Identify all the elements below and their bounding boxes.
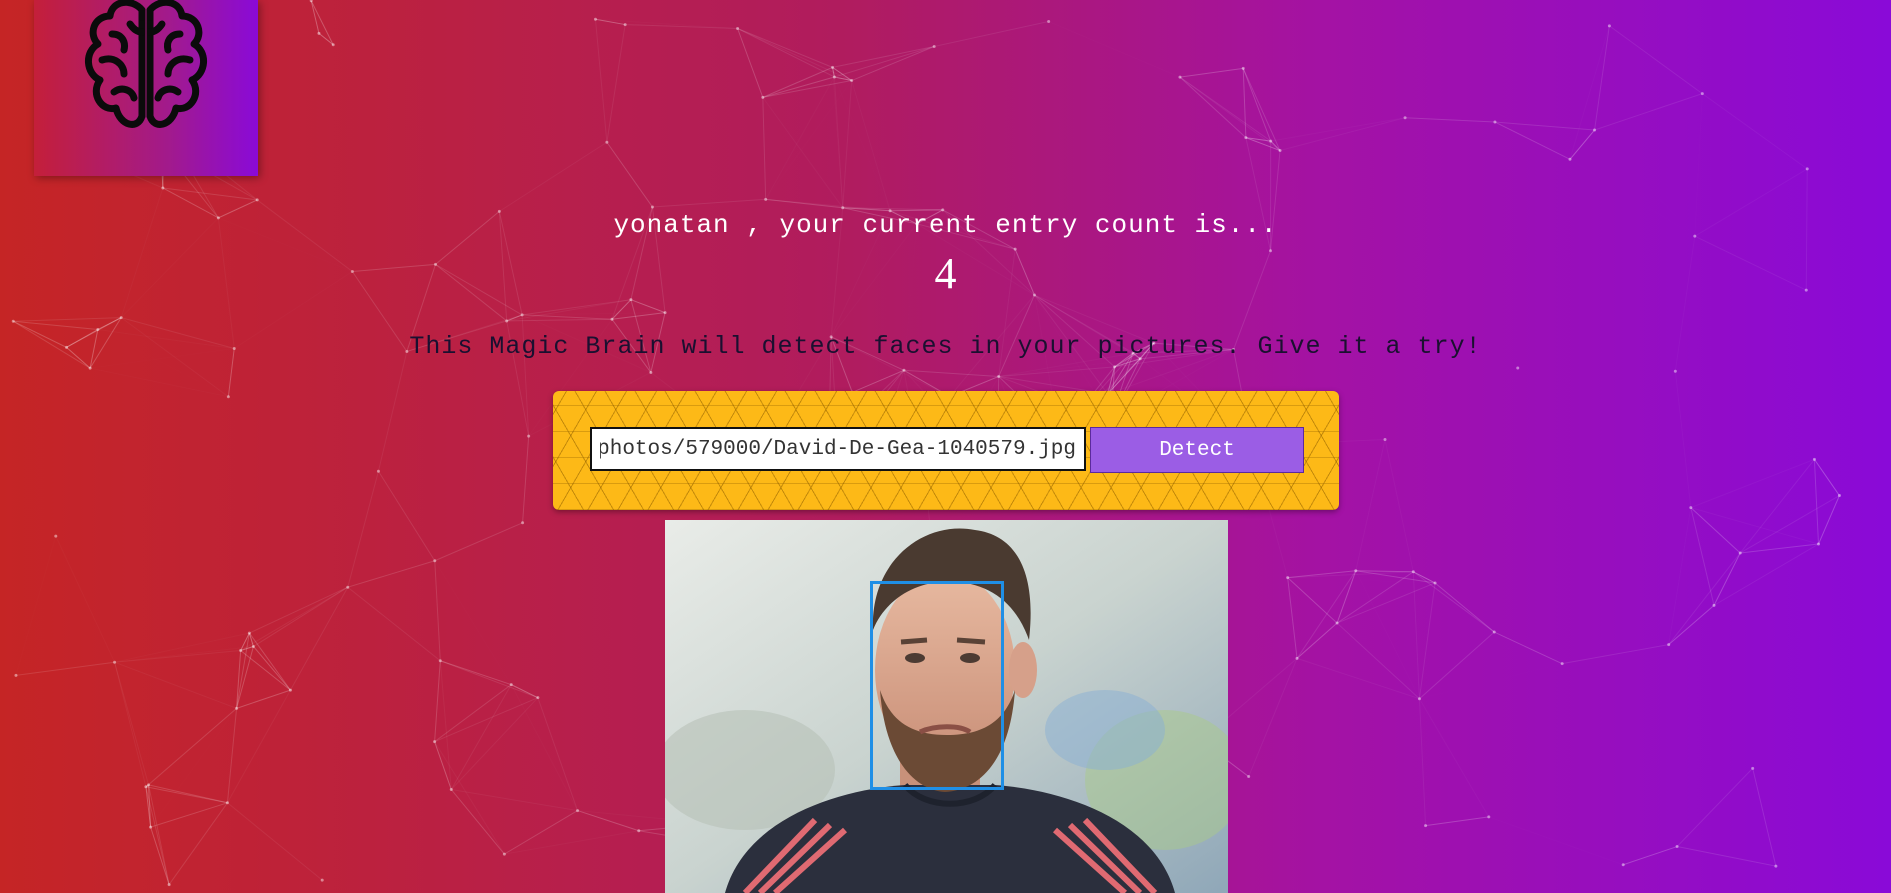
detect-button[interactable]: Detect <box>1090 427 1304 473</box>
entry-count: 4 <box>934 249 957 298</box>
tagline-text: This Magic Brain will detect faces in yo… <box>409 332 1482 361</box>
brain-icon <box>85 0 207 128</box>
logo-tile[interactable] <box>34 0 258 176</box>
face-bounding-box <box>870 581 1004 790</box>
image-url-input[interactable] <box>590 427 1086 471</box>
greeting-text: yonatan , your current entry count is... <box>613 210 1278 240</box>
